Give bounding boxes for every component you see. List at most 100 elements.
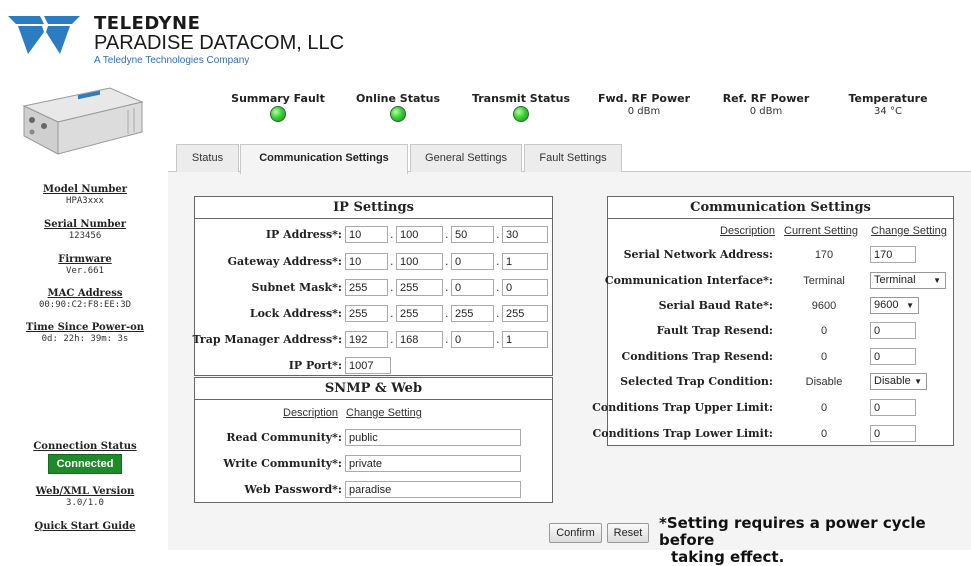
firmware-block: Firmware Ver.661 [0, 254, 170, 276]
comm-setting-row: Fault Trap Resend: [607, 322, 773, 342]
write-community-label: Write Community*: [223, 457, 342, 470]
lock-octet-4[interactable] [502, 305, 548, 322]
lock-octet-3[interactable] [451, 305, 494, 322]
trap-manager-octet-4[interactable] [502, 331, 548, 348]
trap-manager-row: Trap Manager Address*: [192, 331, 342, 351]
dot-separator: . [445, 228, 449, 241]
web-password-label: Web Password*: [244, 483, 342, 496]
connection-status-badge: Connected [47, 454, 123, 474]
lock-row: Lock Address*: [195, 305, 342, 325]
ip-port-label: IP Port*: [288, 359, 342, 372]
read-community-input[interactable] [345, 429, 521, 446]
read-community-label: Read Community*: [226, 431, 342, 444]
reset-button[interactable]: Reset [607, 523, 649, 543]
model-number-label: Model Number [43, 184, 127, 195]
dot-separator: . [445, 307, 449, 320]
model-number-value: HPA3xxx [66, 196, 104, 206]
transmit-status-led-icon [513, 106, 529, 122]
comm-change-select[interactable]: Terminal ▼ [870, 272, 946, 289]
communication-settings-title: Communication Settings [608, 197, 953, 219]
webxml-label: Web/XML Version [35, 486, 135, 497]
ref-rf-power-value: 0 dBm [749, 106, 783, 117]
web-password-row: Web Password*: [195, 481, 342, 501]
summary-fault-status: Summary Fault [223, 92, 333, 122]
comm-current-value: Terminal [803, 275, 845, 287]
power-cycle-note: *Setting requires a power cycle before t… [659, 515, 971, 566]
dot-separator: . [390, 333, 394, 346]
trap-manager-octet-1[interactable] [345, 331, 388, 348]
comm-setting-label: Fault Trap Resend: [656, 324, 773, 337]
tab-general-settings[interactable]: General Settings [410, 144, 522, 172]
quick-start-link[interactable]: Quick Start Guide [0, 521, 170, 532]
comm-change-input[interactable] [870, 246, 916, 263]
ip-address-octet-3[interactable] [451, 226, 494, 243]
ip-address-octet-2[interactable] [396, 226, 443, 243]
ip-address-label: IP Address*: [265, 228, 342, 241]
comm-description-header: Description [720, 225, 776, 237]
trap-manager-octet-2[interactable] [396, 331, 443, 348]
ip-settings-box: IP Settings IP Address*: . . . Gateway A… [192, 196, 553, 376]
web-password-input[interactable] [345, 481, 521, 498]
dot-separator: . [496, 333, 500, 346]
uptime-value: 0d: 22h: 39m: 3s [41, 334, 129, 344]
comm-setting-label: Serial Network Address: [623, 248, 773, 261]
power-cycle-note-line2: taking effect. [671, 548, 785, 566]
lock-label: Lock Address*: [249, 307, 342, 320]
confirm-button[interactable]: Confirm [549, 523, 602, 543]
tab-fault-settings[interactable]: Fault Settings [524, 144, 622, 172]
tab-status[interactable]: Status [176, 144, 239, 172]
ip-port-input[interactable] [345, 357, 391, 374]
tab-communication-settings[interactable]: Communication Settings [240, 144, 408, 174]
subnet-label: Subnet Mask*: [251, 281, 342, 294]
comm-change-select[interactable]: 9600 ▼ [870, 297, 919, 314]
comm-setting-label: Conditions Trap Lower Limit: [592, 427, 773, 440]
trap-manager-label: Trap Manager Address*: [192, 333, 342, 346]
gateway-octet-2[interactable] [396, 253, 443, 270]
fwd-rf-power-value: 0 dBm [627, 106, 661, 117]
status-bar: Summary Fault Online Status Transmit Sta… [0, 92, 971, 132]
gateway-octet-4[interactable] [502, 253, 548, 270]
dot-separator: . [496, 255, 500, 268]
comm-change-input[interactable] [870, 348, 916, 365]
serial-number-block: Serial Number 123456 [0, 219, 170, 241]
uptime-block: Time Since Power-on 0d: 22h: 39m: 3s [0, 322, 170, 344]
lock-octet-1[interactable] [345, 305, 388, 322]
write-community-input[interactable] [345, 455, 521, 472]
comm-setting-label: Conditions Trap Resend: [621, 350, 774, 363]
dot-separator: . [496, 228, 500, 241]
ip-address-octet-4[interactable] [502, 226, 548, 243]
comm-change-select[interactable]: Disable ▼ [870, 373, 927, 390]
firmware-label: Firmware [58, 254, 112, 265]
comm-current-value: 0 [820, 325, 828, 337]
comm-current-value: 0 [820, 351, 828, 363]
gateway-octet-3[interactable] [451, 253, 494, 270]
mac-address-block: MAC Address 00:90:C2:F8:EE:3D [0, 288, 170, 310]
dot-separator: . [390, 281, 394, 294]
subnet-row: Subnet Mask*: [195, 279, 342, 299]
comm-current-value: 0 [820, 428, 828, 440]
gateway-octet-1[interactable] [345, 253, 388, 270]
ip-address-octet-1[interactable] [345, 226, 388, 243]
subnet-octet-4[interactable] [502, 279, 548, 296]
online-status-label: Online Status [355, 92, 441, 105]
quick-start-block: Quick Start Guide [0, 521, 170, 532]
comm-current-value: 9600 [811, 300, 837, 312]
subnet-octet-1[interactable] [345, 279, 388, 296]
comm-setting-row: Conditions Trap Resend: [607, 348, 774, 368]
trap-manager-octet-3[interactable] [451, 331, 494, 348]
fwd-rf-power: Fwd. RF Power 0 dBm [589, 92, 699, 117]
lock-octet-2[interactable] [396, 305, 443, 322]
connection-status-block: Connection Status Connected [0, 441, 170, 474]
chevron-down-icon: ▼ [914, 377, 922, 386]
dot-separator: . [496, 281, 500, 294]
comm-change-input[interactable] [870, 322, 916, 339]
uptime-label: Time Since Power-on [25, 322, 145, 333]
comm-change-input[interactable] [870, 399, 916, 416]
teledyne-star-icon [8, 16, 80, 54]
subnet-octet-2[interactable] [396, 279, 443, 296]
comm-current-value: Disable [805, 376, 843, 388]
comm-change-input[interactable] [870, 425, 916, 442]
write-community-row: Write Community*: [195, 455, 342, 475]
dot-separator: . [445, 333, 449, 346]
subnet-octet-3[interactable] [451, 279, 494, 296]
